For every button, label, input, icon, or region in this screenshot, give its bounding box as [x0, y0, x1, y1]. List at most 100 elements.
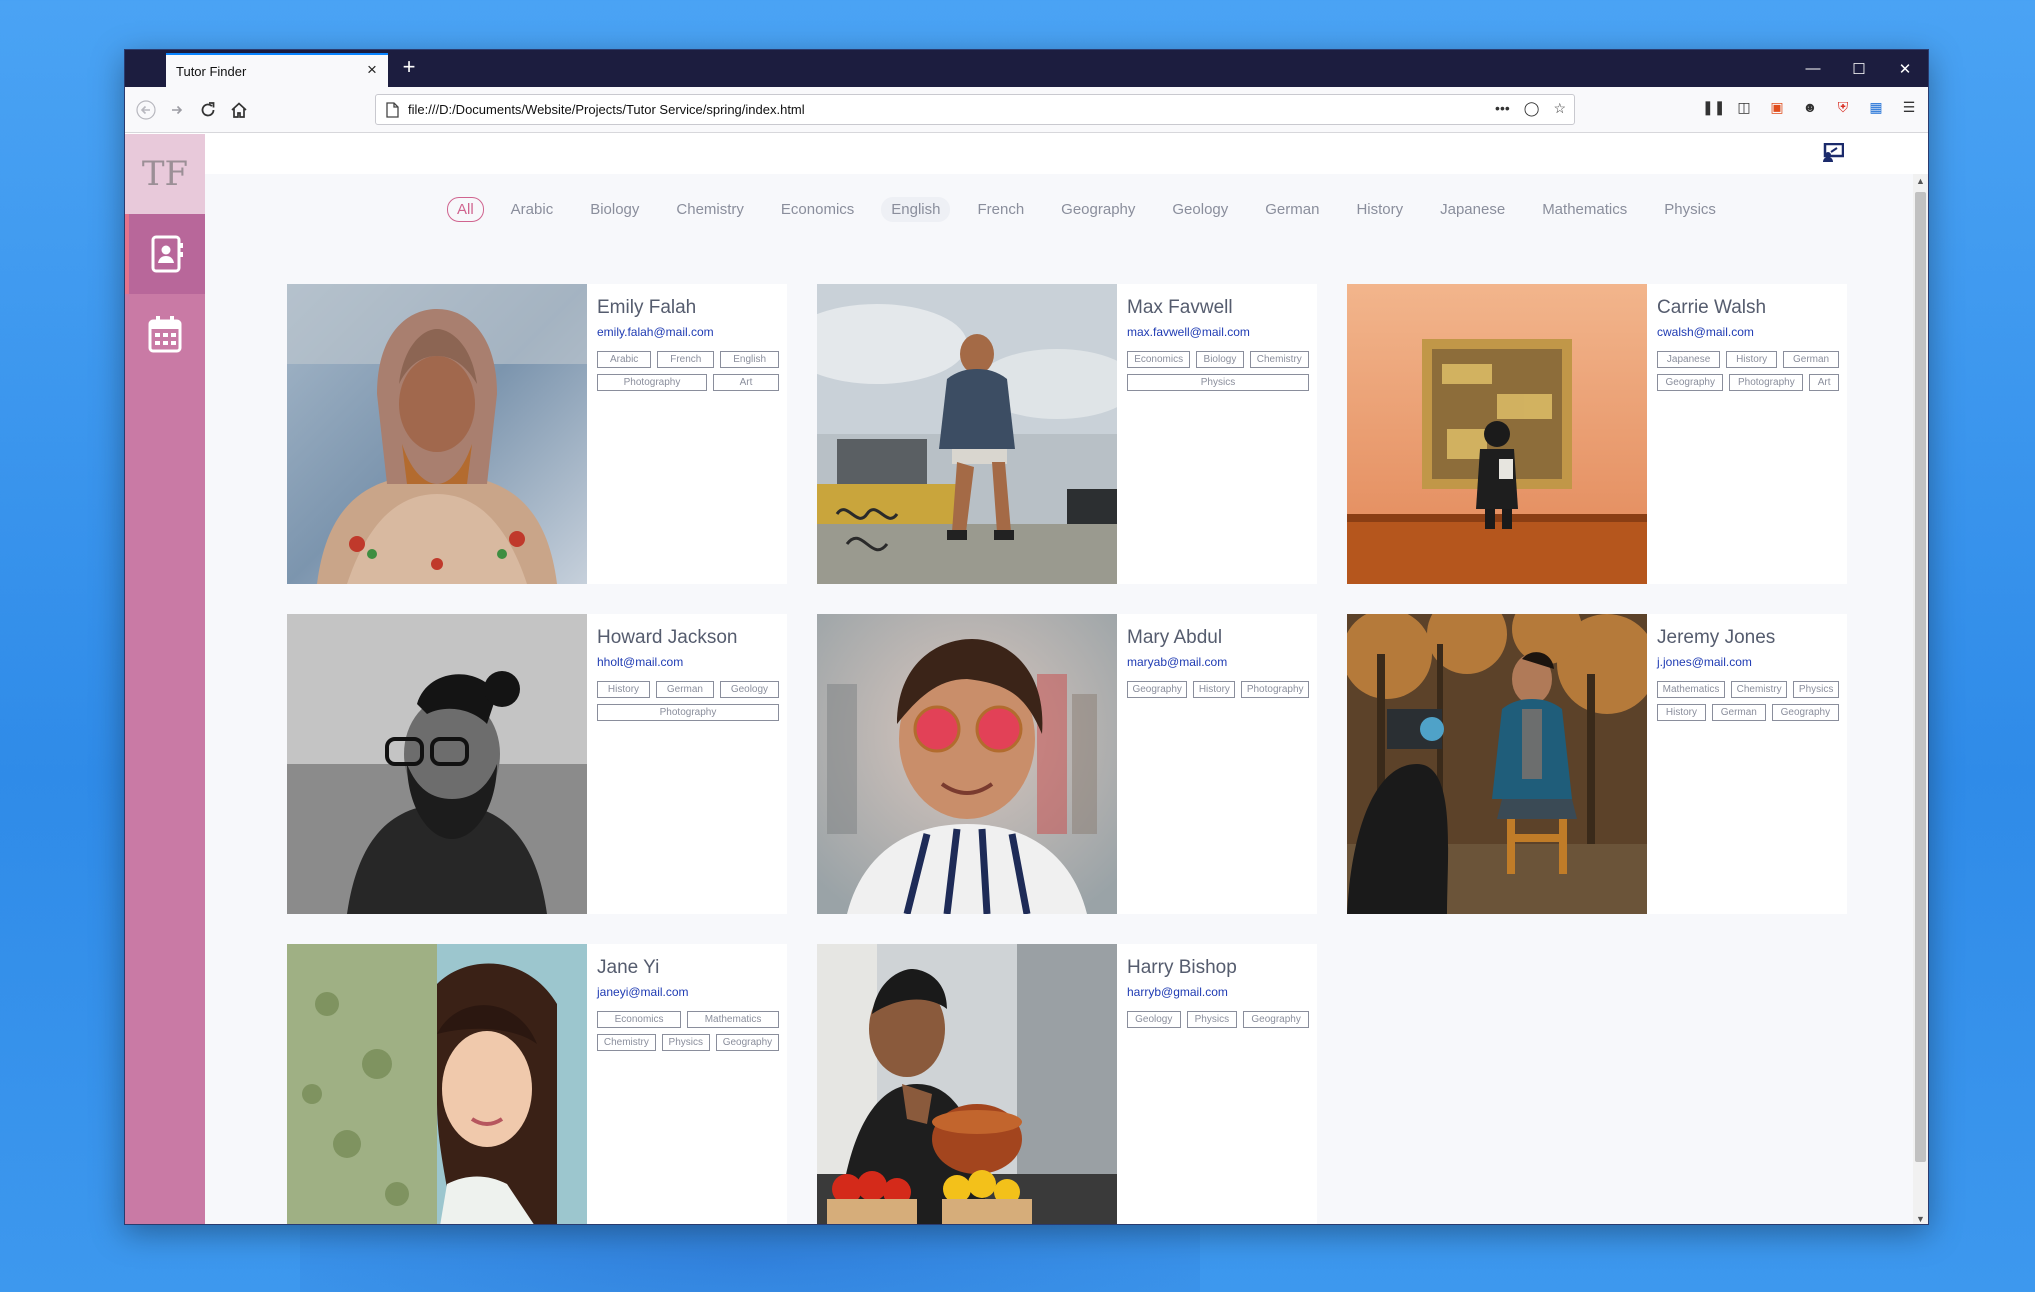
subject-tag[interactable]: Japanese: [1657, 351, 1721, 368]
subject-tag[interactable]: History: [1657, 704, 1706, 721]
sidebar-toggle-icon[interactable]: ◫: [1735, 99, 1753, 116]
tab-close-icon[interactable]: ×: [364, 61, 380, 78]
tutor-card[interactable]: Howard Jackson hholt@mail.com History Germa…: [287, 614, 787, 914]
tutor-email[interactable]: hholt@mail.com: [597, 655, 787, 669]
subject-tag[interactable]: Geology: [719, 681, 779, 698]
tutor-email[interactable]: harryb@gmail.com: [1127, 985, 1317, 999]
minimize-icon[interactable]: —: [1790, 50, 1836, 87]
subject-tag[interactable]: History: [1726, 351, 1778, 368]
tutor-card[interactable]: Mary Abdul maryab@mail.com Geography Histor…: [817, 614, 1317, 914]
subject-tag[interactable]: Biology: [1196, 351, 1244, 368]
url-bar[interactable]: file:///D:/Documents/Website/Projects/Tu…: [375, 94, 1575, 125]
subject-tag[interactable]: Physics: [1186, 1011, 1238, 1028]
subject-tag[interactable]: History: [597, 681, 650, 698]
sidebar-item-contacts[interactable]: [125, 214, 205, 294]
subject-tag[interactable]: Mathematics: [687, 1011, 779, 1028]
sidebar-item-calendar[interactable]: [125, 294, 205, 374]
filter-german[interactable]: German: [1255, 197, 1329, 222]
presentation-icon[interactable]: [1822, 143, 1844, 163]
tutor-photo: [1347, 614, 1647, 914]
tutor-info: Max Favwell max.favwell@mail.com Economics…: [1117, 284, 1317, 584]
tutor-photo: [817, 284, 1117, 584]
subject-tag[interactable]: Mathematics: [1657, 681, 1725, 698]
subject-tag[interactable]: English: [720, 351, 780, 368]
filter-biology[interactable]: Biology: [580, 197, 649, 222]
tutor-card[interactable]: Harry Bishop harryb@gmail.com Geology Physi…: [817, 944, 1317, 1224]
subject-tag[interactable]: Art: [712, 374, 779, 391]
subject-tag[interactable]: German: [655, 681, 714, 698]
tutor-info: Howard Jackson hholt@mail.com History Germa…: [587, 614, 787, 914]
subject-tag[interactable]: Chemistry: [1249, 351, 1309, 368]
account-icon[interactable]: ☻: [1801, 99, 1819, 116]
tutor-email[interactable]: max.favwell@mail.com: [1127, 325, 1317, 339]
filter-french[interactable]: French: [967, 197, 1034, 222]
subject-tag[interactable]: Photography: [1729, 374, 1804, 391]
subject-tag[interactable]: History: [1193, 681, 1236, 698]
subject-tag[interactable]: Arabic: [597, 351, 652, 368]
subject-tag[interactable]: Photography: [597, 374, 707, 391]
subject-tag[interactable]: Chemistry: [597, 1034, 656, 1051]
maximize-icon[interactable]: ☐: [1836, 50, 1882, 87]
filter-english[interactable]: English: [881, 197, 951, 222]
subject-tag[interactable]: Economics: [597, 1011, 682, 1028]
tutor-email[interactable]: maryab@mail.com: [1127, 655, 1317, 669]
tutor-card[interactable]: Max Favwell max.favwell@mail.com Economics…: [817, 284, 1317, 584]
filter-chemistry[interactable]: Chemistry: [666, 197, 754, 222]
tutor-email[interactable]: j.jones@mail.com: [1657, 655, 1847, 669]
filter-japanese[interactable]: Japanese: [1430, 197, 1515, 222]
tutor-email[interactable]: cwalsh@mail.com: [1657, 325, 1847, 339]
tutor-card[interactable]: Carrie Walsh cwalsh@mail.com Japanese Histo…: [1347, 284, 1847, 584]
back-icon[interactable]: [132, 96, 160, 124]
subject-tag[interactable]: Physics: [1793, 681, 1839, 698]
home-icon[interactable]: [225, 96, 253, 124]
subject-tag[interactable]: French: [657, 351, 715, 368]
close-window-icon[interactable]: ✕: [1882, 50, 1928, 87]
subject-tag[interactable]: Geography: [1657, 374, 1724, 391]
forward-icon[interactable]: [163, 96, 191, 124]
scroll-up-icon[interactable]: ▲: [1915, 176, 1926, 186]
subject-tag[interactable]: Geology: [1127, 1011, 1181, 1028]
filter-geography[interactable]: Geography: [1051, 197, 1145, 222]
tutor-card[interactable]: Jeremy Jones j.jones@mail.com Mathematics C…: [1347, 614, 1847, 914]
bookmark-star-icon[interactable]: ☆: [1553, 100, 1566, 117]
scroll-thumb[interactable]: [1915, 192, 1926, 1162]
subject-tag[interactable]: Physics: [1127, 374, 1309, 391]
subject-tag[interactable]: Photography: [597, 704, 779, 721]
new-tab-icon[interactable]: +: [397, 56, 421, 80]
filter-physics[interactable]: Physics: [1654, 197, 1726, 222]
subject-tag[interactable]: Geography: [1771, 704, 1839, 721]
more-actions-icon[interactable]: •••: [1495, 100, 1510, 117]
reload-icon[interactable]: [194, 96, 222, 124]
scrollbar[interactable]: ▲ ▼: [1913, 174, 1928, 1224]
browser-tab[interactable]: Tutor Finder ×: [166, 53, 388, 87]
tutor-email[interactable]: emily.falah@mail.com: [597, 325, 787, 339]
pocket-icon[interactable]: ◯: [1524, 100, 1540, 117]
filter-geology[interactable]: Geology: [1162, 197, 1238, 222]
tutor-name: Carrie Walsh: [1657, 297, 1767, 318]
subject-tag[interactable]: Geography: [715, 1034, 780, 1051]
extension-icon[interactable]: ▣: [1768, 99, 1786, 116]
filter-all[interactable]: All: [447, 197, 484, 222]
subject-tag[interactable]: German: [1783, 351, 1840, 368]
subject-tag[interactable]: Physics: [661, 1034, 710, 1051]
scroll-down-icon[interactable]: ▼: [1915, 1214, 1926, 1224]
filter-history[interactable]: History: [1346, 197, 1413, 222]
filter-mathematics[interactable]: Mathematics: [1532, 197, 1637, 222]
subject-tag[interactable]: Photography: [1241, 681, 1309, 698]
subject-tag[interactable]: Geography: [1127, 681, 1188, 698]
menu-icon[interactable]: ☰: [1900, 99, 1918, 116]
shield-icon[interactable]: ⛨: [1834, 99, 1852, 116]
tutor-card[interactable]: Jane Yi janeyi@mail.com Economics Mathemati…: [287, 944, 787, 1224]
filter-economics[interactable]: Economics: [771, 197, 864, 222]
library-icon[interactable]: ❚❚: [1702, 99, 1725, 116]
app-logo[interactable]: TF: [125, 134, 205, 214]
tutor-card[interactable]: Emily Falah emily.falah@mail.com Arabic Fre…: [287, 284, 787, 584]
tutor-email[interactable]: janeyi@mail.com: [597, 985, 787, 999]
filter-arabic[interactable]: Arabic: [501, 197, 564, 222]
subject-tag[interactable]: Art: [1809, 374, 1839, 391]
subject-tag[interactable]: German: [1711, 704, 1766, 721]
subject-tag[interactable]: Geography: [1243, 1011, 1309, 1028]
apps-icon[interactable]: ▦: [1867, 99, 1885, 116]
subject-tag[interactable]: Chemistry: [1730, 681, 1788, 698]
subject-tag[interactable]: Economics: [1127, 351, 1191, 368]
